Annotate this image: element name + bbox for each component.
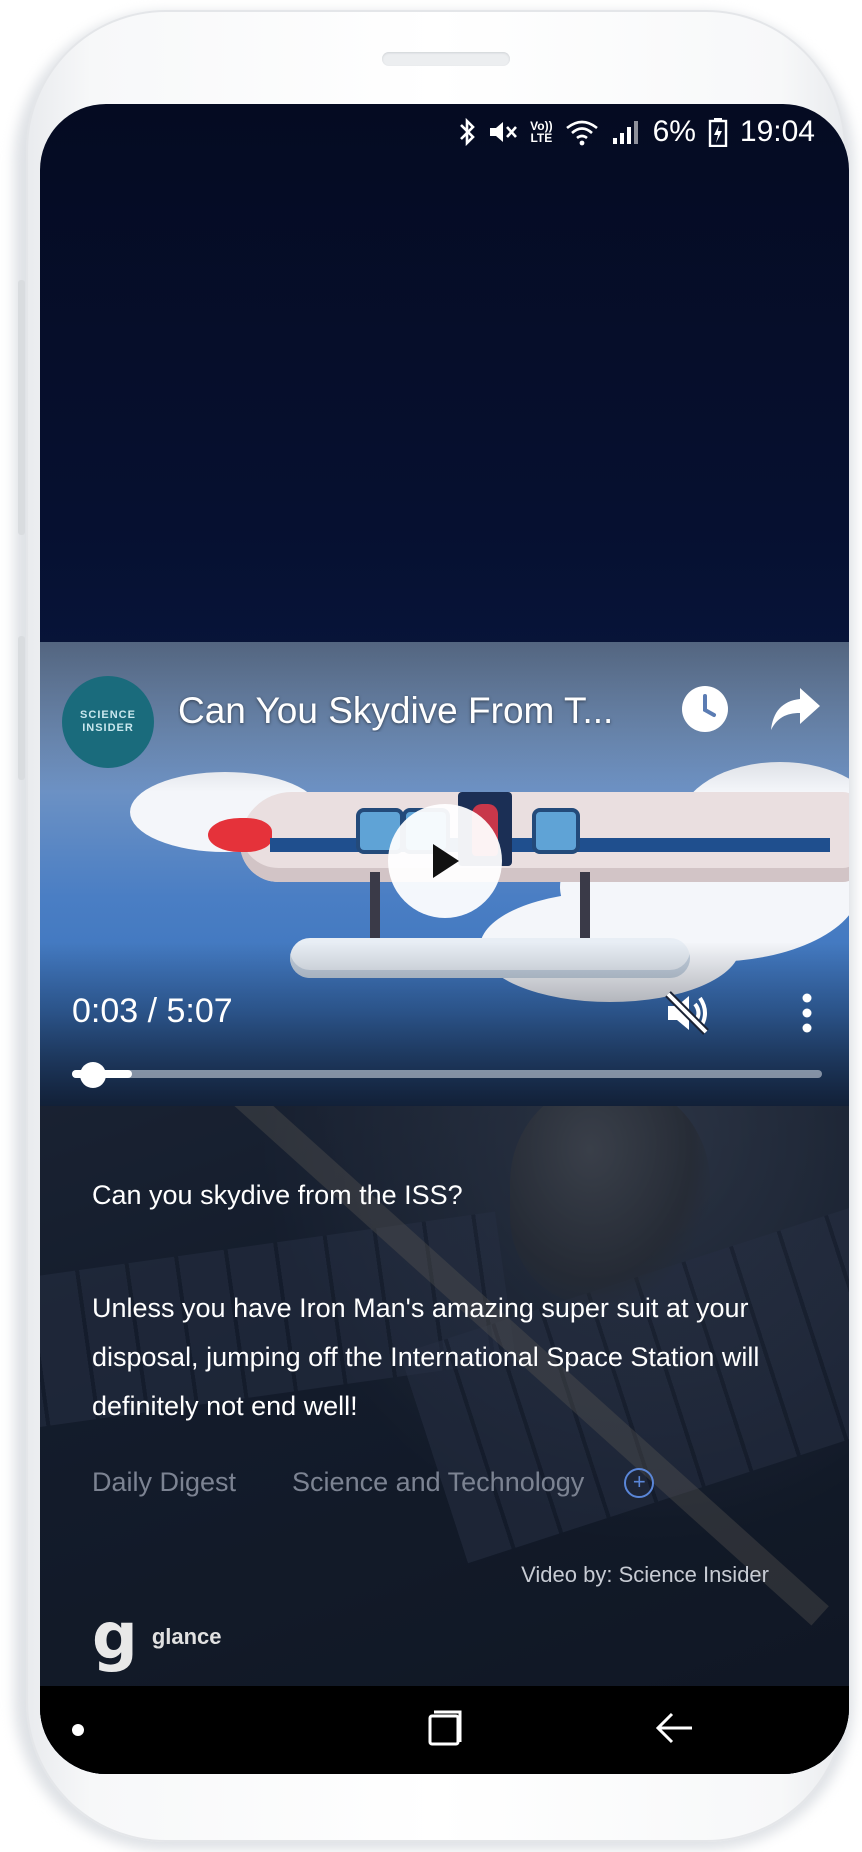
add-tag-icon[interactable]: + <box>624 1467 655 1498</box>
story-headline: Can you skydive from the ISS? <box>92 1180 463 1210</box>
navigation-bar <box>40 1686 849 1774</box>
battery-icon <box>708 117 728 147</box>
seaplane-nose <box>208 818 272 852</box>
progress-thumb[interactable] <box>80 1062 106 1088</box>
video-credit: Video by: Science Insider <box>521 1562 769 1587</box>
tag-science-and-technology[interactable]: Science and Technology <box>292 1467 584 1498</box>
signal-icon <box>611 118 641 146</box>
play-button[interactable] <box>388 804 502 918</box>
play-icon <box>433 844 459 878</box>
battery-percent: 6% <box>652 115 696 148</box>
watch-later-icon[interactable] <box>680 684 730 734</box>
glance-g-logo: g <box>92 1600 138 1674</box>
story-body: Unless you have Iron Man's amazing super… <box>92 1293 760 1421</box>
video-player[interactable]: SCIENCE INSIDER Can You Skydive From T..… <box>40 642 849 1106</box>
progress-track[interactable] <box>72 1070 822 1078</box>
glance-wordmark: glance <box>151 1624 222 1649</box>
recents-icon[interactable] <box>426 1708 466 1748</box>
screen: Vo)) LTE 6% 19:04 SCIENCE INSIDER Can Yo… <box>40 104 849 1774</box>
clock: 19:04 <box>739 115 815 148</box>
video-title[interactable]: Can You Skydive From T... <box>178 690 658 732</box>
tag-daily-digest[interactable]: Daily Digest <box>92 1467 236 1498</box>
volte-icon: Vo)) LTE <box>530 119 553 145</box>
time-display: 0:03 / 5:07 <box>72 992 233 1030</box>
earpiece-speaker <box>382 52 510 66</box>
more-vert-icon[interactable] <box>792 988 822 1038</box>
glance-logo: g glance <box>92 1600 222 1674</box>
mute-icon <box>488 118 518 146</box>
channel-avatar[interactable]: SCIENCE INSIDER <box>62 676 154 768</box>
share-icon[interactable] <box>768 682 824 736</box>
back-icon[interactable] <box>652 1706 696 1750</box>
nav-hide-dot[interactable] <box>72 1724 84 1736</box>
wifi-icon <box>565 118 599 146</box>
seaplane-window <box>532 808 580 854</box>
status-bar: Vo)) LTE 6% 19:04 <box>458 112 815 152</box>
side-button-volume <box>18 280 25 535</box>
volume-off-icon[interactable] <box>662 988 712 1038</box>
tag-list: Daily Digest Science and Technology + <box>92 1467 655 1498</box>
bluetooth-icon <box>458 117 476 147</box>
side-button-bixby <box>18 636 25 780</box>
